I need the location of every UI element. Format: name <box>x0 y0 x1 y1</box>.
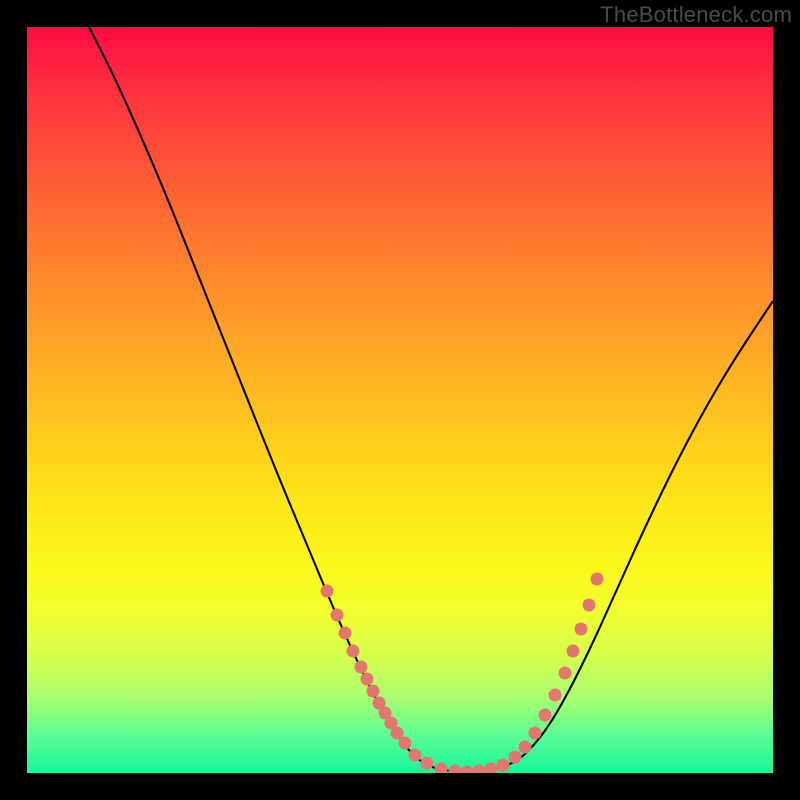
data-dot <box>473 765 486 774</box>
data-dot <box>421 757 434 770</box>
data-dot <box>331 609 344 622</box>
data-dot <box>339 627 352 640</box>
data-dot <box>509 751 522 764</box>
data-dot <box>347 645 360 658</box>
data-dot <box>361 673 374 686</box>
data-dot <box>355 661 368 674</box>
data-dot <box>449 765 462 774</box>
data-dot <box>321 585 334 598</box>
data-dot <box>583 599 596 612</box>
data-dot <box>409 749 422 762</box>
data-dot <box>485 763 498 774</box>
data-dot <box>461 766 474 774</box>
data-dot <box>539 709 552 722</box>
data-dot <box>567 645 580 658</box>
watermark-text: TheBottleneck.com <box>600 2 792 28</box>
data-dot <box>497 759 510 772</box>
curve-dots <box>321 573 604 774</box>
data-dot <box>435 763 448 774</box>
data-dot <box>529 727 542 740</box>
chart-svg <box>27 27 773 773</box>
data-dot <box>399 737 412 750</box>
data-dot <box>549 689 562 702</box>
data-dot <box>575 623 588 636</box>
data-dot <box>559 667 572 680</box>
data-dot <box>519 741 532 754</box>
data-dot <box>367 685 380 698</box>
bottleneck-curve <box>89 27 773 772</box>
chart-frame <box>27 27 773 773</box>
data-dot <box>591 573 604 586</box>
